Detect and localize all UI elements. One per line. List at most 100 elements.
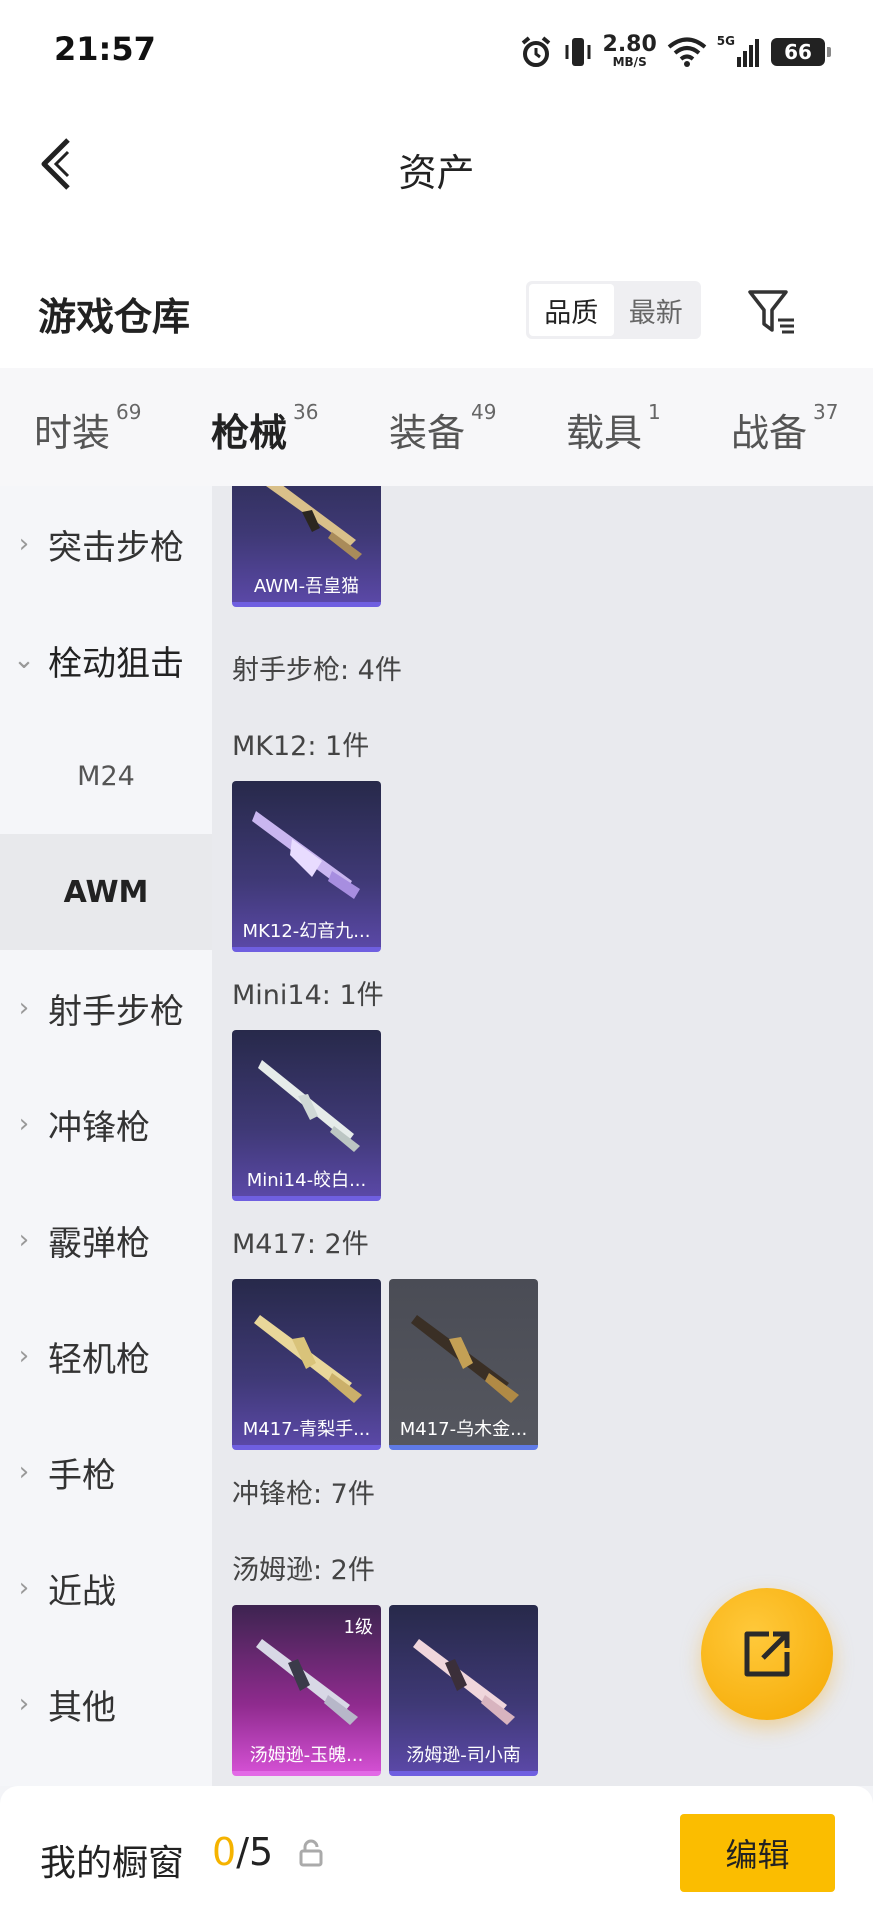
smg-icon (413, 1639, 515, 1725)
chevron-right-icon: › (18, 1689, 30, 1719)
sidebar-subitem-m24[interactable]: M24 (0, 718, 212, 834)
tab-label: 战备 (731, 411, 808, 455)
sidebar-item-smg[interactable]: › 冲锋枪 (0, 1066, 212, 1182)
tab-label: 装备 (389, 411, 466, 455)
showcase-total: /5 (236, 1830, 274, 1874)
external-link-icon (744, 1631, 790, 1677)
chevron-down-icon: ⌄ (13, 645, 35, 675)
rifle-icon (258, 1060, 360, 1152)
tab-label: 时装 (34, 411, 111, 455)
tab-guns[interactable]: 枪械 36 (211, 400, 319, 496)
group-title: 汤姆逊: 2件 (232, 1555, 375, 1586)
item-card-m417-1[interactable]: M417-青梨手... (232, 1279, 381, 1450)
status-icons: 2.80 MB/S 5G 66 (519, 30, 831, 74)
lock-icon (299, 1839, 323, 1867)
sidebar-item-other[interactable]: › 其他 (0, 1646, 212, 1762)
warehouse-header: 游戏仓库 品质 最新 (0, 230, 873, 368)
speed-value: 2.80 (602, 32, 657, 57)
sort-quality-button[interactable]: 品质 (529, 284, 614, 336)
sidebar: › 突击步枪 ⌄ 栓动狙击 M24 AWM › 射手步枪 › 冲锋枪 › 霰弹枪… (0, 486, 212, 1786)
status-time: 21:57 (54, 30, 156, 68)
tab-label: 枪械 (211, 411, 288, 455)
item-name: MK12-幻音九... (242, 921, 371, 942)
showcase-bar: 我的橱窗 0/5 编辑 (0, 1786, 873, 1920)
tab-supplies[interactable]: 战备 37 (731, 400, 839, 457)
wifi-icon (667, 34, 707, 70)
item-card-tommy-2[interactable]: 汤姆逊-司小南 (389, 1605, 538, 1776)
rifle-icon (266, 486, 362, 560)
filter-icon (748, 290, 794, 334)
network-speed: 2.80 MB/S (603, 34, 657, 70)
sidebar-item-label: 手枪 (48, 1455, 116, 1496)
sidebar-item-label: 霰弹枪 (48, 1223, 150, 1264)
item-card-m417-2[interactable]: M417-乌木金... (389, 1279, 538, 1450)
group-title: M417: 2件 (232, 1229, 369, 1260)
group-title: Mini14: 1件 (232, 980, 384, 1011)
vibrate-icon (563, 34, 593, 70)
tab-count: 49 (471, 400, 497, 424)
item-name: Mini14-皎白... (246, 1170, 367, 1191)
tab-vehicles[interactable]: 载具 1 (566, 400, 661, 457)
sidebar-item-label: 其他 (48, 1687, 116, 1728)
sidebar-item-label: 冲锋枪 (48, 1107, 150, 1148)
alarm-icon (519, 34, 553, 70)
rifle-icon (252, 811, 360, 899)
rifle-icon (254, 1315, 362, 1403)
sidebar-item-label: 射手步枪 (48, 991, 184, 1032)
category-tabs: 时装 69 枪械 36 装备 49 载具 1 战备 37 (0, 368, 873, 496)
chevron-right-icon: › (18, 1457, 30, 1487)
sort-segmented-control: 品质 最新 (526, 281, 701, 339)
item-name: 汤姆逊-司小南 (406, 1745, 521, 1766)
chevron-right-icon: › (18, 993, 30, 1023)
sidebar-item-pistol[interactable]: › 手枪 (0, 1414, 212, 1530)
sidebar-item-label: 栓动狙击 (48, 643, 184, 684)
level-badge: 1级 (343, 1617, 373, 1638)
sidebar-item-shotgun[interactable]: › 霰弹枪 (0, 1182, 212, 1298)
battery-indicator: 66 (771, 38, 831, 66)
chevron-right-icon: › (18, 529, 30, 559)
sidebar-item-assault-rifle[interactable]: › 突击步枪 (0, 486, 212, 602)
tab-outfit[interactable]: 时装 69 (34, 400, 142, 457)
item-card-awm[interactable]: AWM-吾皇猫 (232, 486, 381, 607)
tab-count: 37 (813, 400, 839, 424)
item-name: M417-青梨手... (242, 1419, 371, 1440)
status-bar: 21:57 2.80 MB/S 5G 66 (0, 0, 873, 104)
chevron-right-icon: › (18, 1225, 30, 1255)
item-card-mk12[interactable]: MK12-幻音九... (232, 781, 381, 952)
sidebar-item-bolt-sniper[interactable]: ⌄ 栓动狙击 (0, 602, 212, 718)
group-title: MK12: 1件 (232, 731, 370, 762)
share-button[interactable] (701, 1588, 833, 1720)
sidebar-item-melee[interactable]: › 近战 (0, 1530, 212, 1646)
item-name: AWM-吾皇猫 (253, 576, 360, 597)
item-name: M417-乌木金... (399, 1419, 528, 1440)
showcase-count: 0/5 (212, 1830, 273, 1874)
sidebar-item-label: AWM (63, 874, 149, 910)
section-title: 冲锋枪: 7件 (232, 1479, 375, 1510)
item-name: 汤姆逊-玉魄... (249, 1745, 364, 1766)
item-card-tommy-1[interactable]: 1级 汤姆逊-玉魄... (232, 1605, 381, 1776)
network-type: 5G (716, 34, 735, 48)
tab-count: 1 (648, 400, 661, 424)
page-title: 资产 (398, 151, 475, 195)
section-title: 射手步枪: 4件 (232, 655, 402, 686)
showcase-title: 我的橱窗 (40, 1843, 185, 1884)
sidebar-subitem-awm[interactable]: AWM (0, 834, 212, 950)
sidebar-item-label: M24 (77, 760, 135, 792)
sidebar-item-marksman-rifle[interactable]: › 射手步枪 (0, 950, 212, 1066)
chevron-right-icon: › (18, 1341, 30, 1371)
sidebar-item-label: 近战 (48, 1571, 116, 1612)
sidebar-item-lmg[interactable]: › 轻机枪 (0, 1298, 212, 1414)
speed-unit: MB/S (612, 55, 647, 69)
item-card-mini14[interactable]: Mini14-皎白... (232, 1030, 381, 1201)
filter-button[interactable] (746, 286, 798, 338)
header: 资产 (0, 104, 873, 230)
showcase-current: 0 (212, 1830, 237, 1874)
sort-latest-button[interactable]: 最新 (614, 284, 699, 336)
sidebar-item-label: 轻机枪 (48, 1339, 150, 1380)
rifle-icon (411, 1315, 519, 1403)
sidebar-item-label: 突击步枪 (48, 527, 184, 568)
tab-count: 36 (293, 400, 319, 424)
tab-equipment[interactable]: 装备 49 (389, 400, 497, 457)
tab-count: 69 (116, 400, 142, 424)
edit-button[interactable]: 编辑 (680, 1814, 835, 1892)
